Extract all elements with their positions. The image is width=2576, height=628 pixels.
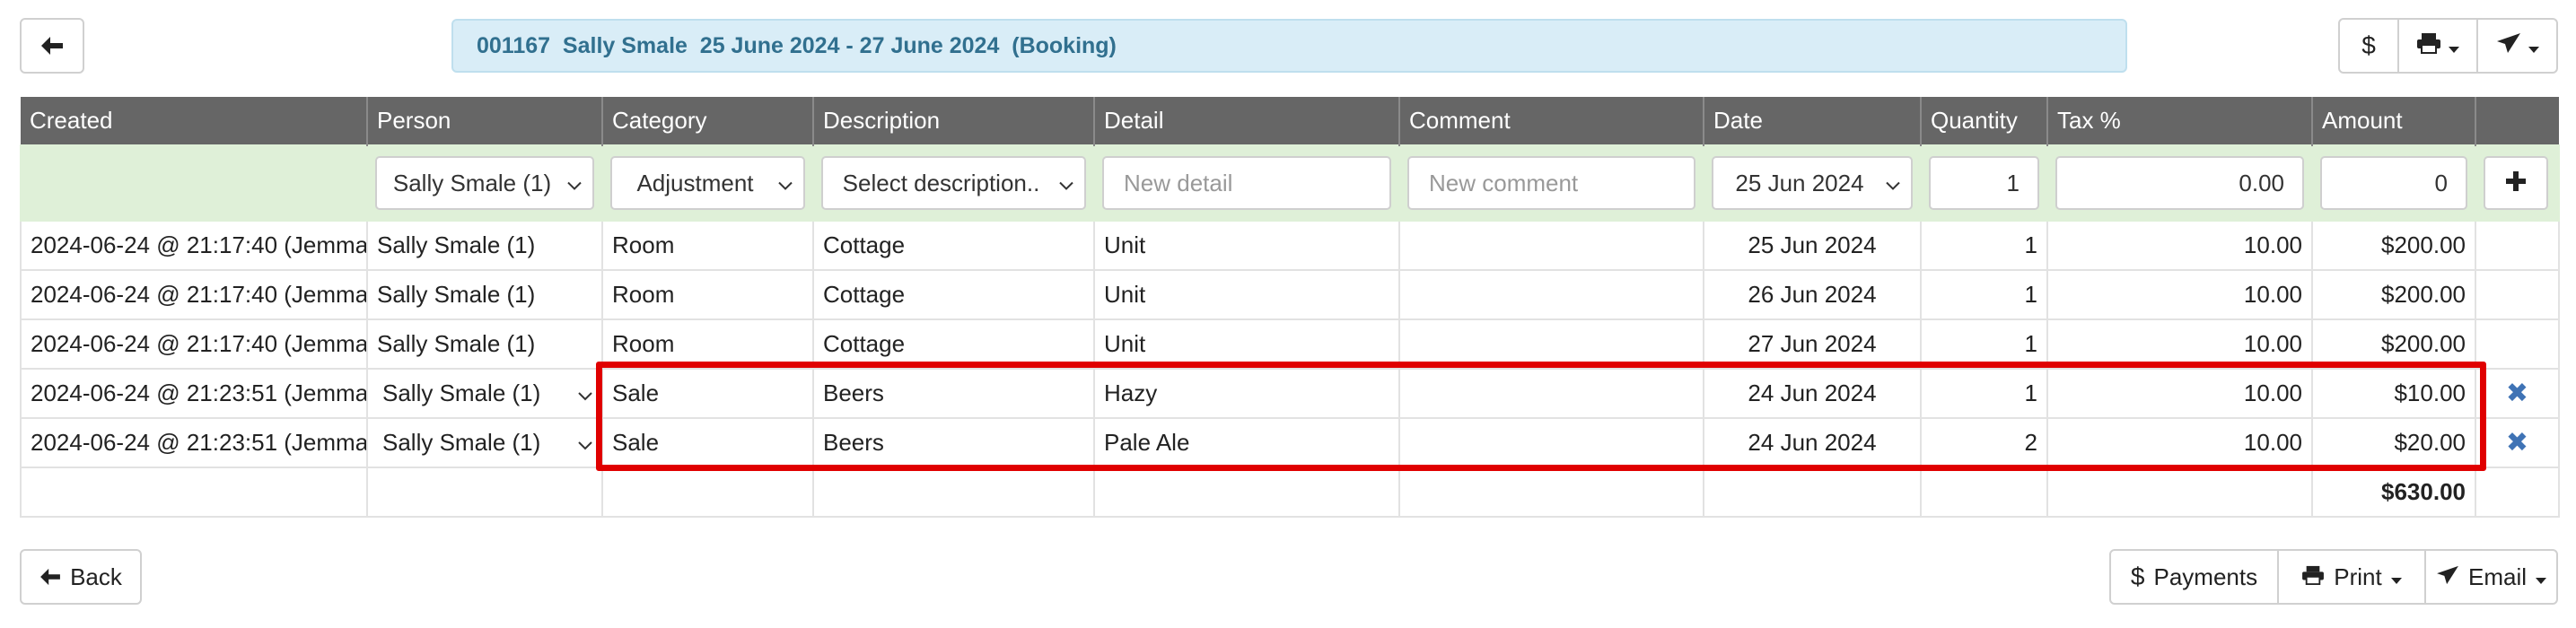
delete-icon[interactable]: ✖ xyxy=(2485,378,2549,409)
date-select[interactable]: 25 Jun 2024 xyxy=(1712,156,1913,210)
col-person: Person xyxy=(367,97,603,145)
total-amount: $630.00 xyxy=(2311,467,2476,518)
chevron-down-icon xyxy=(578,429,592,457)
table-header-row: Created Person Category Description Deta… xyxy=(21,97,2559,145)
email-button[interactable]: Email xyxy=(2424,549,2558,605)
col-date: Date xyxy=(1704,97,1922,145)
email-dropdown-button[interactable] xyxy=(2476,18,2558,74)
chevron-down-icon xyxy=(1059,170,1073,197)
col-created: Created xyxy=(21,97,368,145)
col-description: Description xyxy=(813,97,1095,145)
col-category: Category xyxy=(602,97,814,145)
delete-icon[interactable]: ✖ xyxy=(2485,427,2549,458)
bottom-action-group: $ Payments Print Email xyxy=(2109,549,2558,605)
description-select[interactable]: Select description.. xyxy=(821,156,1086,210)
caret-down-icon xyxy=(2449,32,2459,60)
caret-down-icon xyxy=(2528,32,2539,60)
col-amount: Amount xyxy=(2312,97,2476,145)
arrow-left-icon xyxy=(39,568,61,586)
transactions-table: Created Person Category Description Deta… xyxy=(20,97,2560,518)
chevron-down-icon xyxy=(1886,170,1900,197)
print-dropdown-button[interactable] xyxy=(2397,18,2478,74)
caret-down-icon xyxy=(2536,563,2547,591)
col-tax: Tax % xyxy=(2047,97,2313,145)
col-quantity: Quantity xyxy=(1921,97,2048,145)
tax-input[interactable]: 0.00 xyxy=(2055,156,2304,210)
table-row: 2024-06-24 @ 21:23:51 (Jemma) Sally Smal… xyxy=(20,368,2560,419)
payments-button[interactable]: $ Payments xyxy=(2109,549,2279,605)
new-entry-row: Sally Smale (1) Adjustment Select descri… xyxy=(20,144,2560,222)
payments-icon-button[interactable]: $ xyxy=(2338,18,2399,74)
plus-icon xyxy=(2506,170,2526,197)
total-row: $630.00 xyxy=(20,467,2560,518)
chevron-down-icon xyxy=(778,170,793,197)
table-row: 2024-06-24 @ 21:17:40 (Jemma) Sally Smal… xyxy=(20,269,2560,320)
chevron-down-icon xyxy=(578,379,592,407)
col-detail: Detail xyxy=(1094,97,1400,145)
dollar-icon: $ xyxy=(2130,563,2145,590)
comment-input[interactable]: New comment xyxy=(1407,156,1695,210)
send-icon xyxy=(2436,563,2459,591)
printer-icon xyxy=(2301,563,2325,591)
send-icon xyxy=(2496,32,2521,60)
detail-input[interactable]: New detail xyxy=(1102,156,1391,210)
add-entry-button[interactable] xyxy=(2484,156,2548,210)
col-actions xyxy=(2475,97,2559,145)
table-row: 2024-06-24 @ 21:17:40 (Jemma) Sally Smal… xyxy=(20,318,2560,370)
top-action-group: $ xyxy=(2338,18,2558,74)
quantity-input[interactable]: 1 xyxy=(1929,156,2039,210)
print-button[interactable]: Print xyxy=(2277,549,2426,605)
category-select[interactable]: Adjustment xyxy=(610,156,805,210)
col-comment: Comment xyxy=(1399,97,1704,145)
caret-down-icon xyxy=(2390,563,2402,591)
row-person-select[interactable]: Sally Smale (1) xyxy=(377,379,592,407)
chevron-down-icon xyxy=(567,170,582,197)
back-arrow-button[interactable] xyxy=(20,18,84,74)
table-row: 2024-06-24 @ 21:23:51 (Jemma) Sally Smal… xyxy=(20,417,2560,468)
row-person-select[interactable]: Sally Smale (1) xyxy=(377,429,592,457)
amount-input[interactable]: 0 xyxy=(2320,156,2467,210)
table-row: 2024-06-24 @ 21:17:40 (Jemma) Sally Smal… xyxy=(20,220,2560,271)
arrow-left-icon xyxy=(40,36,64,56)
person-select[interactable]: Sally Smale (1) xyxy=(375,156,594,210)
back-button[interactable]: Back xyxy=(20,549,142,605)
booking-title: 001167 Sally Smale 25 June 2024 - 27 Jun… xyxy=(451,19,2127,73)
printer-icon xyxy=(2416,32,2441,60)
dollar-icon: $ xyxy=(2361,31,2376,59)
